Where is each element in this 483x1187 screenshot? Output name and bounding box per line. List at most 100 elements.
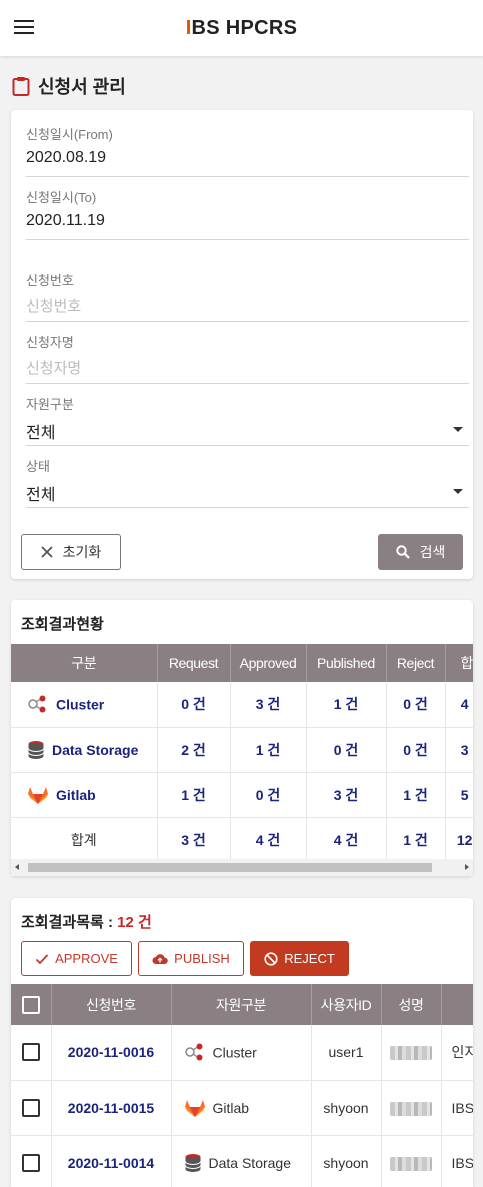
redacted-name	[390, 1101, 432, 1116]
summary-total-label: 합계	[11, 817, 158, 859]
summary-cell[interactable]: 1 건	[230, 727, 307, 773]
summary-cell[interactable]: 3 건	[230, 682, 307, 728]
app-title: IBS HPCRS	[185, 17, 298, 39]
header-extra	[441, 984, 473, 1025]
reset-label: 초기화	[62, 544, 102, 560]
date-from-field[interactable]: 신청일시(From) 2020.08.19	[26, 124, 469, 177]
status-label: 상태	[26, 459, 50, 474]
name-cell	[381, 1135, 442, 1187]
summary-cell[interactable]: 1 건	[386, 772, 446, 818]
user-id-cell: user1	[311, 1025, 382, 1081]
summary-cell[interactable]: 1 건	[306, 682, 387, 728]
requester-input[interactable]: 신청자명	[26, 357, 81, 378]
summary-header-published: Published	[306, 644, 387, 682]
summary-cell[interactable]: 0 건	[386, 682, 446, 728]
summary-category[interactable]: Gitlab	[11, 772, 158, 818]
table-row[interactable]: 2020-11-0014 Data Storage shyoon IBS	[11, 1135, 473, 1187]
summary-cell[interactable]: 3 건	[306, 772, 387, 818]
extra-cell: IBS	[441, 1080, 473, 1136]
request-no-link[interactable]: 2020-11-0014	[51, 1135, 172, 1187]
summary-cell[interactable]: 3 건	[445, 727, 473, 773]
summary-cell[interactable]: 0 건	[306, 727, 387, 773]
redacted-name	[390, 1046, 432, 1061]
close-icon	[41, 546, 53, 558]
summary-header-reject: Reject	[386, 644, 446, 682]
summary-category[interactable]: Data Storage	[11, 727, 158, 773]
summary-cell[interactable]: 0 건	[157, 682, 231, 728]
summary-cell[interactable]: 0 건	[230, 772, 307, 818]
summary-category[interactable]: Cluster	[11, 682, 158, 728]
cluster-icon	[184, 1043, 202, 1061]
summary-cell[interactable]: 0 건	[386, 727, 446, 773]
summary-header-total: 합계	[445, 644, 473, 682]
database-icon	[28, 740, 44, 759]
requester-field[interactable]: 신청자명 신청자명	[26, 332, 469, 384]
request-no-link[interactable]: 2020-11-0016	[51, 1025, 172, 1081]
summary-cell[interactable]: 3 건	[157, 817, 231, 859]
summary-cell[interactable]: 12 건	[445, 817, 473, 859]
search-card: 신청일시(From) 2020.08.19 신청일시(To) 2020.11.1…	[11, 110, 473, 579]
search-label: 검색	[419, 544, 446, 560]
result-count: 12 건	[117, 914, 152, 931]
row-checkbox[interactable]	[21, 1153, 40, 1172]
cluster-icon	[28, 695, 46, 713]
date-to-value[interactable]: 2020.11.19	[26, 212, 105, 230]
row-checkbox[interactable]	[21, 1043, 40, 1062]
resource-type-label: 자원구분	[26, 397, 74, 412]
request-no-input[interactable]: 신청번호	[26, 295, 81, 316]
table-row[interactable]: 2020-11-0016 Cluster user1 인지	[11, 1025, 473, 1081]
table-row-total: 합계 3 건 4 건 4 건 1 건 12 건	[11, 817, 473, 859]
summary-cell[interactable]: 1 건	[157, 772, 231, 818]
summary-category-label: Cluster	[56, 696, 105, 713]
scroll-right-icon[interactable]	[465, 864, 469, 870]
summary-cell[interactable]: 4 건	[445, 682, 473, 728]
summary-cell[interactable]: 1 건	[386, 817, 446, 859]
user-id-cell: shyoon	[311, 1080, 382, 1136]
summary-cell[interactable]: 4 건	[306, 817, 387, 859]
publish-button[interactable]: PUBLISH	[138, 941, 244, 976]
reject-button[interactable]: REJECT	[250, 941, 349, 976]
header-resource-type: 자원구분	[171, 984, 312, 1025]
request-no-field[interactable]: 신청번호 신청번호	[26, 270, 469, 322]
request-no-label: 신청번호	[26, 273, 74, 288]
extra-cell: 인지	[441, 1025, 473, 1081]
status-value: 전체	[26, 487, 56, 504]
row-checkbox[interactable]	[21, 1098, 40, 1117]
select-all-cell	[11, 984, 52, 1025]
date-from-value[interactable]: 2020.08.19	[26, 149, 106, 167]
app-bar: IBS HPCRS	[0, 0, 483, 56]
page-title: 신청서 관리	[38, 77, 126, 97]
request-no-link[interactable]: 2020-11-0015	[51, 1080, 172, 1136]
table-row: Data Storage 2 건 1 건 0 건 0 건 3 건	[11, 727, 473, 773]
scroll-left-icon[interactable]	[15, 864, 19, 870]
summary-category-label: Data Storage	[52, 741, 139, 758]
summary-cell[interactable]: 2 건	[157, 727, 231, 773]
scrollbar-thumb[interactable]	[28, 863, 432, 872]
row-select-cell	[11, 1135, 52, 1187]
header-user-id: 사용자ID	[311, 984, 382, 1025]
dropdown-arrow-icon[interactable]	[453, 427, 463, 432]
date-to-field[interactable]: 신청일시(To) 2020.11.19	[26, 187, 469, 240]
summary-title: 조회결과현황	[21, 616, 104, 633]
reset-button[interactable]: 초기화	[21, 534, 121, 570]
summary-cell[interactable]: 4 건	[230, 817, 307, 859]
resource-type-cell: Gitlab	[171, 1080, 312, 1136]
approve-button[interactable]: APPROVE	[21, 941, 132, 976]
resource-type-value: 전체	[26, 425, 56, 442]
result-table: 신청번호 자원구분 사용자ID 성명 2020-11-0016 Cluster …	[11, 984, 473, 1187]
select-all-checkbox[interactable]	[21, 995, 40, 1014]
horizontal-scrollbar[interactable]	[11, 859, 473, 876]
date-to-label: 신청일시(To)	[26, 190, 97, 205]
search-button[interactable]: 검색	[378, 534, 463, 570]
status-select[interactable]: 상태 전체	[26, 456, 469, 508]
table-row[interactable]: 2020-11-0015 Gitlab shyoon IBS	[11, 1080, 473, 1136]
summary-header-category: 구분	[11, 644, 158, 682]
resource-type-select[interactable]: 자원구분 전체	[26, 394, 469, 446]
summary-table-container: 구분 Request Approved Published Reject 합계 …	[11, 644, 473, 859]
page-header: 신청서 관리	[12, 74, 126, 98]
header-name: 성명	[381, 984, 442, 1025]
summary-cell[interactable]: 5 건	[445, 772, 473, 818]
result-list-title: 조회결과목록 : 12 건	[21, 914, 152, 931]
dropdown-arrow-icon[interactable]	[453, 489, 463, 494]
gitlab-icon	[184, 1099, 205, 1117]
